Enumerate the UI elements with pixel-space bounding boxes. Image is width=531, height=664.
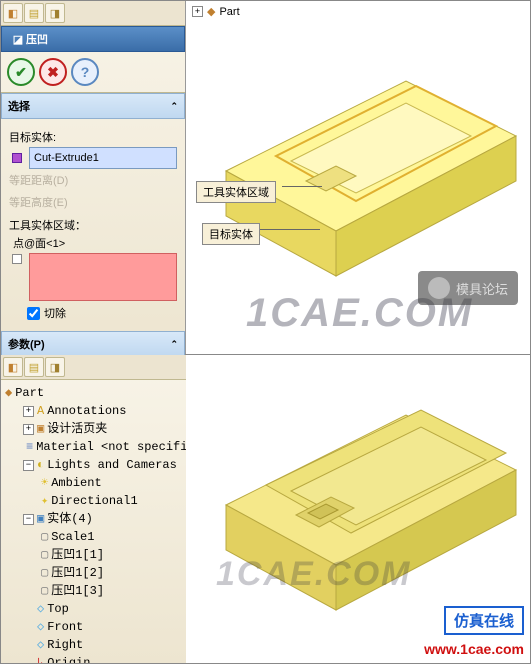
tree-top-plane[interactable]: ◇Top (5, 600, 182, 618)
tree-ambient[interactable]: ☀Ambient (5, 474, 182, 492)
viewport-tree-expander[interactable]: + (192, 6, 203, 17)
tree-origin[interactable]: ↳Origin (5, 654, 182, 663)
expander-icon[interactable]: + (23, 424, 34, 435)
directional-icon: ✦ (41, 492, 48, 510)
tree-material[interactable]: ≡Material <not specified> (5, 438, 182, 456)
watermark-brand: 模具论坛 (418, 271, 518, 305)
body-icon: ▢ (41, 546, 48, 564)
body-icon: ▢ (41, 528, 48, 546)
tool-body-region-list[interactable] (29, 253, 177, 301)
selection-section-header[interactable]: 选择 ⌃ (1, 93, 185, 119)
target-body-label: 目标实体: (9, 129, 177, 145)
target-body-list[interactable]: Cut-Extrude1 (29, 147, 177, 169)
tab-display-icon[interactable]: ◨ (45, 3, 65, 23)
cancel-button[interactable]: ✖ (39, 58, 67, 86)
feature-tree[interactable]: ◆Part +AAnnotations +▣设计活页夹 ≡Material <n… (1, 380, 186, 663)
bottom-tab-bar: ◧ ▤ ◨ (1, 355, 186, 380)
simulation-online-badge: 仿真在线 (444, 606, 524, 635)
tree-scale1[interactable]: ▢Scale1 (5, 528, 182, 546)
viewport-bottom[interactable]: 1CAE.COM 仿真在线 www.1cae.com (186, 355, 530, 663)
top-tab-bar: ◧ ▤ ◨ (1, 1, 185, 26)
tab-feature-icon[interactable]: ◧ (3, 357, 23, 377)
tree-right-plane[interactable]: ◇Right (5, 636, 182, 654)
tree-design-binder[interactable]: +▣设计活页夹 (5, 420, 182, 438)
viewport-top[interactable]: + ◆ Part 工具实体区域 目标实体 1CAE.COM 模具论坛 (186, 1, 530, 354)
tree-root[interactable]: ◆Part (5, 384, 182, 402)
expander-icon[interactable]: − (23, 514, 34, 525)
ambient-icon: ☀ (41, 474, 48, 492)
lights-icon: ◐ (37, 456, 44, 474)
tree-directional[interactable]: ✦Directional1 (5, 492, 182, 510)
body-icon: ▢ (41, 582, 48, 600)
tree-indent2[interactable]: ▢压凹1[2] (5, 564, 182, 582)
tab-feature-icon[interactable]: ◧ (3, 3, 23, 23)
tree-front-plane[interactable]: ◇Front (5, 618, 182, 636)
tree-solids[interactable]: −▣实体(4) (5, 510, 182, 528)
target-body-icon (9, 150, 25, 166)
tree-indent1[interactable]: ▢压凹1[1] (5, 546, 182, 564)
cut-checkbox-label: 切除 (44, 305, 66, 321)
model-top (196, 41, 526, 291)
collapse-icon[interactable]: ⌃ (170, 101, 178, 112)
params-section-header[interactable]: 参数(P) ⌃ (1, 331, 185, 357)
indent-feature-icon: ◪ (10, 31, 26, 47)
tab-config-icon[interactable]: ▤ (24, 3, 44, 23)
callout-tool-region: 工具实体区域 (196, 181, 276, 203)
tab-config-icon[interactable]: ▤ (24, 357, 44, 377)
offset-distance-disabled: 等距距离(D) (9, 169, 177, 191)
action-row: ✔ ✖ ? (1, 52, 185, 93)
tool-body-face-item: 点@面<1> (9, 235, 177, 251)
simulation-url: www.1cae.com (424, 641, 524, 657)
solids-icon: ▣ (37, 510, 44, 528)
feature-header: ◪ 压凹 (1, 26, 185, 52)
part-icon: ◆ (5, 384, 12, 402)
tree-indent3[interactable]: ▢压凹1[3] (5, 582, 182, 600)
plane-icon: ◇ (37, 618, 44, 636)
expander-icon[interactable]: + (23, 406, 34, 417)
wechat-icon (428, 277, 450, 299)
cut-checkbox[interactable] (27, 307, 40, 320)
plane-icon: ◇ (37, 636, 44, 654)
tool-body-region-label: 工具实体区域： (9, 217, 177, 233)
feature-title: 压凹 (26, 31, 48, 47)
help-button[interactable]: ? (71, 58, 99, 86)
tab-display-icon[interactable]: ◨ (45, 357, 65, 377)
annotations-icon: A (37, 402, 44, 420)
collapse-icon[interactable]: ⌃ (170, 339, 178, 350)
tree-lights[interactable]: −◐Lights and Cameras (5, 456, 182, 474)
origin-icon: ↳ (37, 654, 44, 663)
ok-button[interactable]: ✔ (7, 58, 35, 86)
expander-icon[interactable]: − (23, 460, 34, 471)
material-icon: ≡ (26, 438, 33, 456)
folder-icon: ▣ (37, 420, 44, 438)
plane-icon: ◇ (37, 600, 44, 618)
part-icon: ◆ (207, 5, 215, 18)
offset-height-disabled: 等距高度(E) (9, 191, 177, 213)
viewport-tree-root: Part (219, 6, 239, 18)
body-icon: ▢ (41, 564, 48, 582)
callout-target-body: 目标实体 (202, 223, 260, 245)
watermark-1cae: 1CAE.COM (216, 555, 411, 594)
tree-annotations[interactable]: +AAnnotations (5, 402, 182, 420)
tool-body-icon (9, 251, 25, 267)
